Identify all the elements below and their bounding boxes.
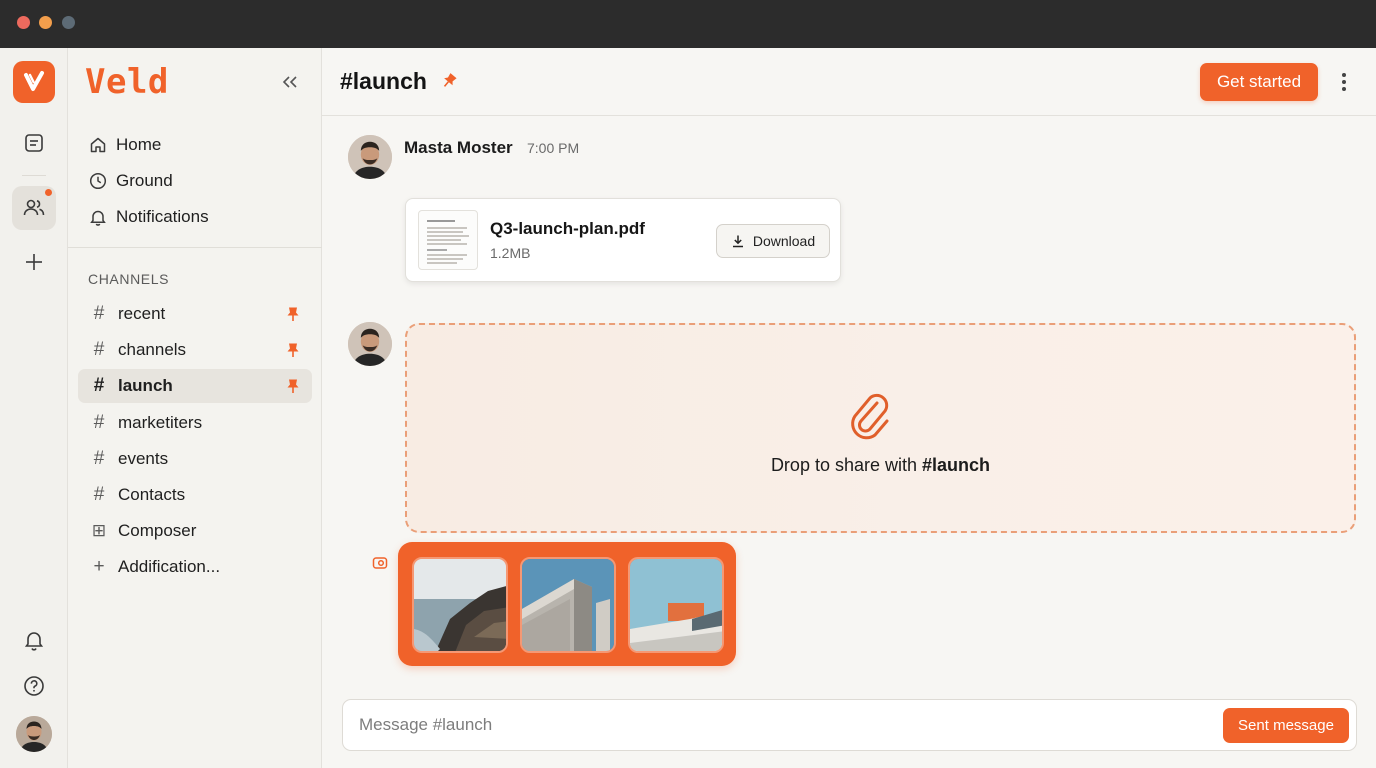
help-icon[interactable] [12,664,56,708]
sender-avatar[interactable] [348,135,392,179]
drop-zone-text: Drop to share with #launch [407,455,1354,476]
paperclip-icon [851,393,889,440]
collapse-sidebar-button[interactable] [278,70,302,94]
send-message-button[interactable]: Sent message [1223,708,1349,743]
document-icon[interactable] [12,121,56,165]
channel-title: #launch [340,68,427,94]
nav-item-ground[interactable]: Ground [78,164,312,198]
home-icon [88,135,108,155]
sidebar-divider [68,247,322,248]
pin-icon[interactable] [286,306,300,322]
plus-icon[interactable] [12,240,56,284]
drop-text-prefix: Drop to share with [770,455,923,475]
channel-item-composer[interactable]: ⊞ Composer [78,514,312,548]
channel-item-channels[interactable]: # channels [78,333,312,367]
user-avatar[interactable] [16,716,52,752]
channel-label: Addification... [118,557,221,576]
channel-header: #launch Get started [322,48,1376,116]
icon-rail [0,48,68,768]
hash-icon: # [93,303,105,324]
sender-name[interactable]: Masta Moster [404,138,513,158]
channels-section-label: CHANNELS [88,271,170,287]
notification-badge [44,188,53,197]
message-time: 7:00 PM [527,140,580,156]
close-window-button[interactable] [17,16,30,29]
more-options-icon[interactable] [1334,70,1354,94]
double-chevron-left-icon [282,76,297,88]
plus-square-icon: ⊞ [91,521,107,540]
channel-label: marketiters [118,413,203,432]
main-panel: #launch Get started Masta Moster 7:00 PM [322,48,1376,768]
pin-icon[interactable] [440,72,458,90]
hash-icon: # [93,448,105,469]
pin-icon[interactable] [286,378,300,394]
channel-label: recent [118,304,166,323]
message-composer: Sent message [342,699,1357,751]
channel-item-recent[interactable]: # recent [78,297,312,331]
drop-text-channel: #launch [922,455,991,475]
modern-architecture-image[interactable] [628,557,724,653]
plus-icon: + [93,556,105,577]
download-label: Download [752,233,816,249]
hash-icon: # [93,339,105,360]
channel-label: channels [118,340,187,359]
file-size: 1.2MB [490,245,531,261]
bell-icon[interactable] [12,618,56,662]
rail-divider [22,175,46,176]
channel-item-addification[interactable]: + Addification... [78,550,312,584]
sender-avatar[interactable] [348,322,392,366]
download-icon [732,235,743,248]
coastal-cliff-image[interactable] [412,557,508,653]
channel-label: launch [118,376,173,395]
pdf-thumbnail [418,210,478,270]
app-window: Veld Home Ground Notifications CHANNELS [0,48,1376,768]
nav-label: Home [116,135,162,154]
get-started-button[interactable]: Get started [1200,63,1318,101]
sidebar: Veld Home Ground Notifications CHANNELS [68,48,322,768]
hash-icon: # [93,375,105,396]
image-attachment-icon [372,557,388,569]
channel-item-marketiters[interactable]: # marketiters [78,406,312,440]
drop-zone[interactable]: Drop to share with #launch [405,323,1356,533]
nav-label: Ground [116,171,173,190]
zoom-window-button[interactable] [62,16,75,29]
file-name: Q3-launch-plan.pdf [490,219,645,238]
channel-item-launch[interactable]: # launch [78,369,312,403]
channel-item-contacts[interactable]: # Contacts [78,478,312,512]
download-button[interactable]: Download [716,224,830,258]
nav-label: Notifications [116,207,209,226]
hash-icon: # [93,412,105,433]
clock-icon [88,171,108,191]
nav-item-home[interactable]: Home [78,128,312,162]
image-gallery [398,542,736,666]
channel-item-events[interactable]: # events [78,442,312,476]
nav-item-notifications[interactable]: Notifications [78,200,312,234]
channel-label: Contacts [118,485,186,504]
channel-label: events [118,449,169,468]
veld-logo-icon[interactable] [13,61,55,103]
pin-icon[interactable] [286,342,300,358]
hash-icon: # [93,484,105,505]
channel-label: Composer [118,521,197,540]
file-attachment-card[interactable]: Q3-launch-plan.pdf 1.2MB Download [405,198,841,282]
people-icon[interactable] [12,186,56,230]
message-input[interactable] [359,700,1199,750]
title-bar [0,0,1376,48]
building-facade-image[interactable] [520,557,616,653]
bell-icon [88,207,108,227]
minimize-window-button[interactable] [39,16,52,29]
brand-wordmark: Veld [85,62,169,102]
